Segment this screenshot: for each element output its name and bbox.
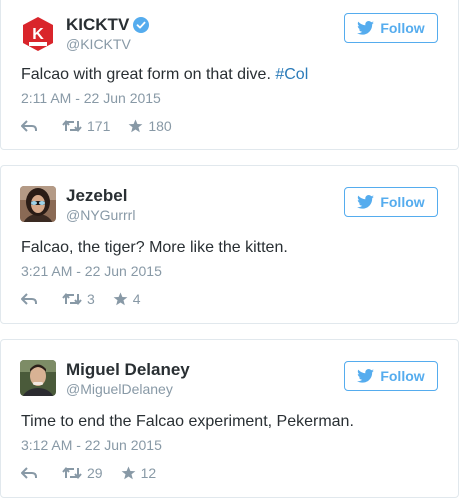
reply-button[interactable] (21, 120, 38, 132)
retweet-count: 171 (87, 118, 111, 134)
user-handle[interactable]: @NYGurrrl (66, 207, 135, 224)
timestamp[interactable]: 3:21 AM - 22 Jun 2015 (21, 263, 162, 280)
user-photo-icon (20, 360, 56, 396)
follow-label: Follow (380, 20, 425, 36)
avatar[interactable] (20, 360, 56, 396)
reply-icon (21, 120, 37, 132)
favorite-count: 180 (148, 118, 172, 134)
favorite-count: 12 (140, 465, 157, 481)
follow-button[interactable]: Follow (344, 13, 438, 43)
tweet-actions: 29 12 (21, 465, 156, 481)
display-name[interactable]: KICKTV (66, 15, 129, 35)
timestamp[interactable]: 2:11 AM - 22 Jun 2015 (21, 90, 161, 107)
tweet-card: Miguel Delaney @MiguelDelaney Follow Tim… (0, 339, 459, 498)
star-icon (121, 466, 135, 480)
follow-label: Follow (380, 194, 425, 210)
favorite-count: 4 (132, 291, 141, 307)
favorite-button[interactable]: 180 (128, 118, 172, 134)
retweet-button[interactable]: 29 (62, 465, 103, 481)
reply-icon (21, 467, 37, 479)
twitter-bird-icon (357, 21, 375, 35)
kicktv-logo-icon: K (20, 16, 56, 52)
display-name[interactable]: Miguel Delaney (66, 360, 190, 380)
star-icon (128, 119, 143, 133)
twitter-bird-icon (357, 195, 375, 209)
svg-text:K: K (32, 26, 44, 43)
avatar[interactable] (20, 186, 56, 222)
follow-label: Follow (380, 368, 425, 384)
hashtag-link[interactable]: #Col (275, 66, 308, 83)
reply-button[interactable] (21, 293, 38, 305)
tweet-text: Time to end the Falcao experiment, Peker… (21, 413, 354, 430)
tweet-text: Falcao, the tiger? More like the kitten. (21, 239, 288, 256)
timestamp[interactable]: 3:12 AM - 22 Jun 2015 (21, 437, 162, 454)
star-icon (113, 292, 128, 306)
retweet-icon (62, 119, 82, 133)
user-photo-icon (20, 186, 56, 222)
author-block: KICKTV @KICKTV (66, 15, 150, 53)
tweet-card: Jezebel @NYGurrrl Follow Falcao, the tig… (0, 165, 459, 324)
reply-button[interactable] (21, 467, 38, 479)
twitter-bird-icon (357, 369, 375, 383)
reply-icon (21, 293, 37, 305)
verified-badge-icon (133, 17, 150, 33)
author-block: Jezebel @NYGurrrl (66, 186, 135, 224)
retweet-button[interactable]: 3 (62, 291, 95, 307)
avatar[interactable]: K (20, 16, 56, 52)
user-handle[interactable]: @MiguelDelaney (66, 381, 190, 398)
follow-button[interactable]: Follow (344, 187, 438, 217)
tweet-actions: 171 180 (21, 118, 172, 134)
favorite-button[interactable]: 12 (121, 465, 157, 481)
tweet-card: K KICKTV @KICKTV Follow Falcao with grea… (0, 0, 459, 150)
display-name[interactable]: Jezebel (66, 186, 127, 206)
tweet-actions: 3 4 (21, 291, 141, 307)
retweet-button[interactable]: 171 (62, 118, 110, 134)
author-name[interactable]: KICKTV (66, 15, 150, 35)
author-block: Miguel Delaney @MiguelDelaney (66, 360, 190, 398)
retweet-count: 29 (87, 465, 103, 481)
tweet-text: Falcao with great form on that dive. #Co… (21, 65, 308, 85)
retweet-icon (62, 466, 82, 480)
tweet-body: Falcao with great form on that dive. (21, 66, 276, 83)
user-handle[interactable]: @KICKTV (66, 36, 149, 53)
retweet-icon (62, 292, 82, 306)
retweet-count: 3 (87, 291, 95, 307)
follow-button[interactable]: Follow (344, 361, 438, 391)
favorite-button[interactable]: 4 (113, 291, 141, 307)
